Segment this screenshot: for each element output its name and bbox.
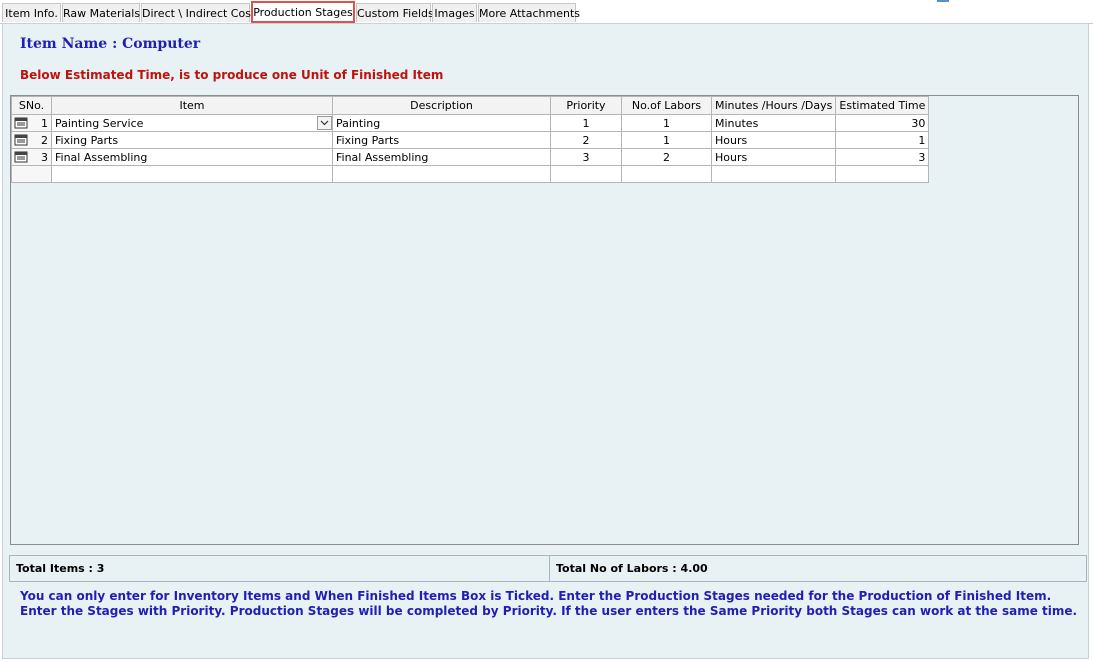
column-header-description[interactable]: Description bbox=[332, 96, 551, 115]
table-row[interactable]: 2 Fixing Parts Fixing Parts 2 1 Hours 1 bbox=[11, 131, 930, 149]
description-cell[interactable]: Painting bbox=[332, 114, 551, 132]
item-cell[interactable]: Final Assembling bbox=[51, 148, 333, 166]
estimated-time-cell[interactable]: 30 bbox=[835, 114, 930, 132]
table-row[interactable]: 3 Final Assembling Final Assembling 3 2 … bbox=[11, 148, 930, 166]
new-item-cell[interactable] bbox=[51, 165, 333, 183]
estimated-time-cell[interactable]: 3 bbox=[835, 148, 930, 166]
new-row-sno-cell[interactable] bbox=[11, 165, 52, 183]
tab-raw-materials[interactable]: Raw Materials bbox=[62, 3, 140, 22]
estimated-time-note: Below Estimated Time, is to produce one … bbox=[20, 68, 444, 82]
row-sno: 2 bbox=[41, 133, 48, 147]
labors-cell[interactable]: 2 bbox=[621, 148, 712, 166]
total-items: Total Items : 3 bbox=[16, 562, 105, 575]
table-header-row: SNo. Item Description Priority No.of Lab… bbox=[11, 96, 930, 115]
info-line-1: You can only enter for Inventory Items a… bbox=[20, 589, 1052, 603]
row-selector-icon bbox=[14, 117, 28, 129]
item-cell[interactable]: Painting Service bbox=[51, 114, 333, 132]
row-sno: 3 bbox=[41, 150, 48, 164]
row-sno-cell[interactable]: 2 bbox=[11, 131, 52, 149]
row-sno-cell[interactable]: 1 bbox=[11, 114, 52, 132]
estimated-time-cell[interactable]: 1 bbox=[835, 131, 930, 149]
column-header-priority[interactable]: Priority bbox=[550, 96, 622, 115]
tab-direct-indirect-cost[interactable]: Direct \ Indirect Cost bbox=[141, 3, 255, 22]
table-row[interactable]: 1 Painting Service Painting 1 1 Minutes … bbox=[11, 114, 930, 132]
production-stages-grid: SNo. Item Description Priority No.of Lab… bbox=[10, 95, 1079, 545]
tab-images[interactable]: Images bbox=[432, 3, 477, 22]
time-unit-cell[interactable]: Minutes bbox=[710, 114, 837, 132]
production-stages-info: You can only enter for Inventory Items a… bbox=[20, 589, 1080, 619]
time-unit-cell[interactable]: Hours bbox=[710, 148, 837, 166]
item-dropdown-button[interactable] bbox=[317, 116, 332, 130]
priority-cell[interactable]: 3 bbox=[550, 148, 622, 166]
tab-more-attachments[interactable]: More Attachments bbox=[478, 3, 580, 22]
priority-cell[interactable]: 1 bbox=[550, 114, 622, 132]
info-line-2: Enter the Stages with Priority. Producti… bbox=[20, 604, 1078, 618]
column-header-sno[interactable]: SNo. bbox=[11, 96, 52, 115]
column-header-estimated-time[interactable]: Estimated Time bbox=[835, 96, 930, 115]
description-cell[interactable]: Final Assembling bbox=[332, 148, 551, 166]
description-cell[interactable]: Fixing Parts bbox=[332, 131, 551, 149]
chevron-down-icon bbox=[320, 120, 329, 126]
item-name-title: Item Name : Computer bbox=[20, 36, 201, 52]
row-sno-cell[interactable]: 3 bbox=[11, 148, 52, 166]
new-time-unit-cell[interactable] bbox=[710, 165, 837, 183]
labors-cell[interactable]: 1 bbox=[621, 114, 712, 132]
item-value: Painting Service bbox=[55, 116, 144, 130]
row-selector-icon bbox=[14, 151, 28, 163]
labors-cell[interactable]: 1 bbox=[621, 131, 712, 149]
tab-custom-fields[interactable]: Custom Fields bbox=[356, 3, 434, 22]
row-sno: 1 bbox=[41, 116, 48, 130]
tab-strip: Item Info. Raw Materials Direct \ Indire… bbox=[0, 0, 1093, 24]
item-cell[interactable]: Fixing Parts bbox=[51, 131, 333, 149]
production-stages-panel: Item Name : Computer Below Estimated Tim… bbox=[2, 23, 1089, 659]
column-header-labors[interactable]: No.of Labors bbox=[621, 96, 712, 115]
tab-item-info[interactable]: Item Info. bbox=[2, 3, 61, 22]
new-estimated-time-cell[interactable] bbox=[835, 165, 930, 183]
priority-cell[interactable]: 2 bbox=[550, 131, 622, 149]
column-header-item[interactable]: Item bbox=[51, 96, 333, 115]
production-stages-window: Item Info. Raw Materials Direct \ Indire… bbox=[0, 0, 1093, 662]
total-labors: Total No of Labors : 4.00 bbox=[556, 562, 708, 575]
new-labors-cell[interactable] bbox=[621, 165, 712, 183]
totals-bar: Total Items : 3 Total No of Labors : 4.0… bbox=[9, 555, 1087, 582]
column-header-time-unit[interactable]: Minutes /Hours /Days bbox=[710, 96, 837, 115]
row-selector-icon bbox=[14, 134, 28, 146]
new-row[interactable] bbox=[11, 165, 930, 183]
stages-table: SNo. Item Description Priority No.of Lab… bbox=[11, 96, 930, 183]
new-description-cell[interactable] bbox=[332, 165, 551, 183]
time-unit-cell[interactable]: Hours bbox=[710, 131, 837, 149]
window-corner-mark bbox=[937, 0, 949, 2]
new-priority-cell[interactable] bbox=[550, 165, 622, 183]
tab-production-stages[interactable]: Production Stages bbox=[251, 1, 355, 23]
